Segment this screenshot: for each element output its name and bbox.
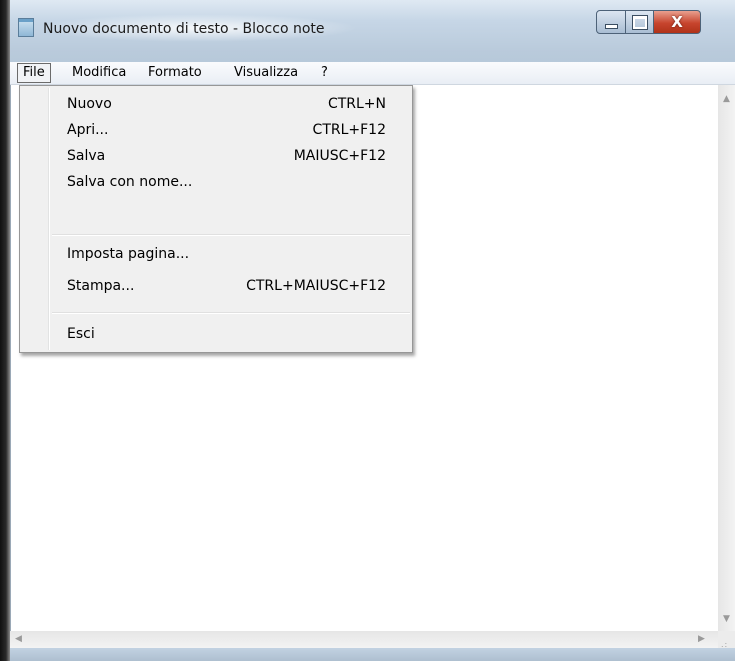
window-bottom-frame bbox=[10, 648, 735, 661]
menu-item-label: Salva bbox=[67, 148, 106, 164]
menu-bar: File Modifica Formato Visualizza ? bbox=[10, 62, 735, 85]
menu-file[interactable]: File bbox=[17, 63, 51, 83]
menu-item-shortcut: CTRL+MAIUSC+F12 bbox=[246, 278, 386, 294]
minimize-icon bbox=[605, 24, 617, 28]
menu-item-apri[interactable]: Apri... CTRL+F12 bbox=[22, 118, 408, 144]
menu-item-salva-con-nome[interactable]: Salva con nome... bbox=[22, 170, 408, 196]
menu-item-esci[interactable]: Esci bbox=[22, 322, 408, 348]
menu-formato[interactable]: Formato bbox=[143, 64, 207, 82]
menu-modifica[interactable]: Modifica bbox=[67, 64, 131, 82]
menu-item-label: Apri... bbox=[67, 122, 109, 138]
close-button[interactable]: X bbox=[654, 10, 701, 34]
menu-help[interactable]: ? bbox=[316, 64, 333, 82]
menu-separator bbox=[52, 312, 410, 314]
menu-item-stampa[interactable]: Stampa... CTRL+MAIUSC+F12 bbox=[22, 274, 408, 300]
close-icon: X bbox=[671, 13, 683, 31]
menu-item-label: Nuovo bbox=[67, 96, 112, 112]
maximize-icon bbox=[632, 15, 647, 29]
menu-item-label: Salva con nome... bbox=[67, 174, 193, 190]
scroll-right-icon[interactable]: ▶ bbox=[698, 635, 705, 644]
file-menu-dropdown: Nuovo CTRL+N Apri... CTRL+F12 Salva MAIU… bbox=[19, 85, 413, 353]
maximize-button[interactable] bbox=[626, 10, 654, 34]
menu-item-label: Esci bbox=[67, 326, 95, 342]
menu-separator bbox=[52, 234, 410, 236]
menu-item-salva[interactable]: Salva MAIUSC+F12 bbox=[22, 144, 408, 170]
title-bar[interactable]: Nuovo documento di testo - Blocco note X bbox=[10, 0, 735, 52]
menu-item-shortcut: CTRL+F12 bbox=[312, 122, 386, 138]
menu-item-nuovo[interactable]: Nuovo CTRL+N bbox=[22, 92, 408, 118]
window-title: Nuovo documento di testo - Blocco note bbox=[43, 21, 325, 37]
menu-item-label: Stampa... bbox=[67, 278, 135, 294]
menu-item-imposta-pagina[interactable]: Imposta pagina... bbox=[22, 242, 408, 268]
desktop-background bbox=[0, 0, 10, 661]
caption-buttons: X bbox=[596, 10, 701, 34]
notepad-icon[interactable] bbox=[18, 18, 34, 37]
scroll-down-icon[interactable]: ▼ bbox=[723, 615, 730, 624]
menu-item-shortcut: MAIUSC+F12 bbox=[293, 148, 386, 164]
menu-item-shortcut: CTRL+N bbox=[327, 96, 386, 112]
scroll-up-icon[interactable]: ▲ bbox=[723, 95, 730, 104]
horizontal-scrollbar[interactable]: ◀ ▶ bbox=[10, 631, 718, 648]
scroll-left-icon[interactable]: ◀ bbox=[15, 635, 22, 644]
menu-item-label: Imposta pagina... bbox=[67, 246, 190, 262]
vertical-scrollbar[interactable]: ▲ ▼ bbox=[718, 85, 735, 631]
minimize-button[interactable] bbox=[596, 10, 626, 34]
menu-visualizza[interactable]: Visualizza bbox=[229, 64, 303, 82]
